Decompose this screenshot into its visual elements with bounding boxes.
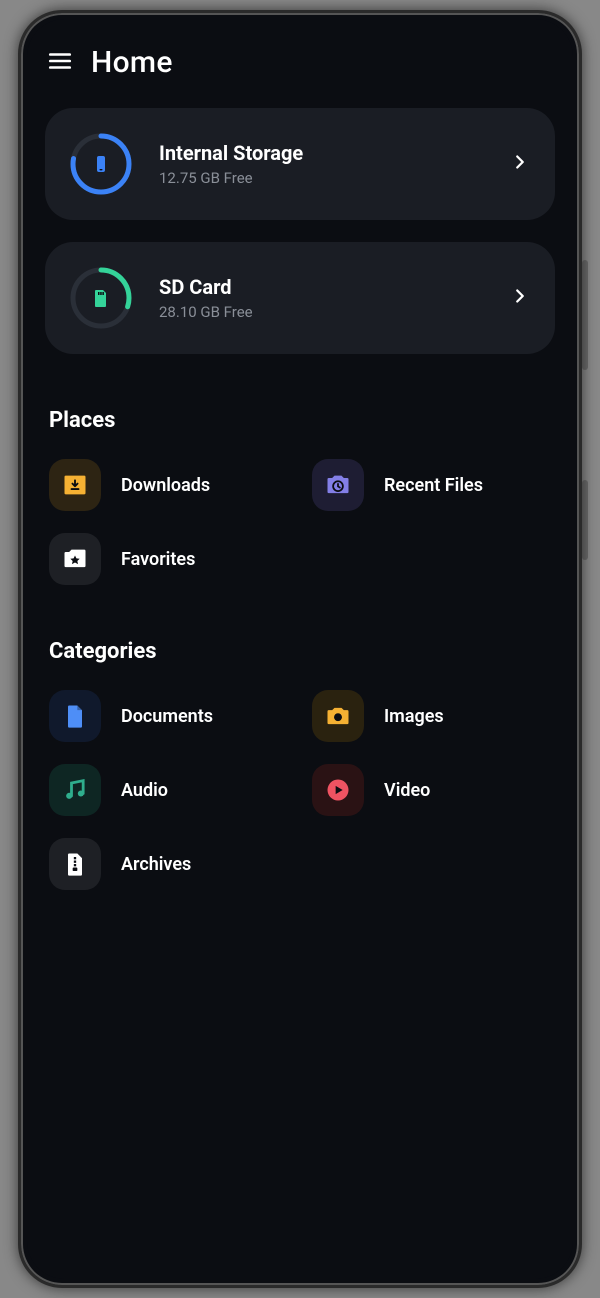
- storage-title: SD Card: [159, 275, 483, 299]
- phone-ring-icon: [69, 132, 133, 196]
- tile-label: Favorites: [121, 549, 195, 570]
- play-icon: [312, 764, 364, 816]
- tile-label: Archives: [121, 854, 191, 875]
- tile-label: Documents: [121, 706, 213, 727]
- place-favorites[interactable]: Favorites: [49, 533, 292, 585]
- star-icon: [49, 533, 101, 585]
- storage-card-internal-storage[interactable]: Internal Storage 12.75 GB Free: [45, 108, 555, 220]
- place-recent-files[interactable]: Recent Files: [312, 459, 555, 511]
- camera-icon: [312, 690, 364, 742]
- tile-label: Images: [384, 706, 444, 727]
- tile-label: Video: [384, 780, 430, 801]
- app-bar: Home: [45, 37, 555, 86]
- sdcard-ring-icon: [69, 266, 133, 330]
- clock-icon: [312, 459, 364, 511]
- device-side-button: [582, 480, 588, 560]
- download-icon: [49, 459, 101, 511]
- tile-label: Recent Files: [384, 475, 483, 496]
- tile-label: Audio: [121, 780, 168, 801]
- storage-subtitle: 28.10 GB Free: [159, 303, 483, 321]
- file-icon: [49, 690, 101, 742]
- page-title: Home: [91, 45, 173, 80]
- archive-icon: [49, 838, 101, 890]
- categorie-images[interactable]: Images: [312, 690, 555, 742]
- section-categories-title: Categories: [49, 639, 555, 664]
- storage-subtitle: 12.75 GB Free: [159, 169, 483, 187]
- categorie-documents[interactable]: Documents: [49, 690, 292, 742]
- storage-card-sd-card[interactable]: SD Card 28.10 GB Free: [45, 242, 555, 354]
- storage-title: Internal Storage: [159, 141, 483, 165]
- tile-label: Downloads: [121, 475, 210, 496]
- chevron-right-icon: [509, 151, 531, 177]
- menu-icon[interactable]: [47, 48, 73, 78]
- device-side-button: [582, 260, 588, 370]
- phone-frame: Home Internal Storage 12.75 GB Free SD C…: [18, 10, 582, 1288]
- place-downloads[interactable]: Downloads: [49, 459, 292, 511]
- chevron-right-icon: [509, 285, 531, 311]
- categorie-video[interactable]: Video: [312, 764, 555, 816]
- categorie-audio[interactable]: Audio: [49, 764, 292, 816]
- categorie-archives[interactable]: Archives: [49, 838, 292, 890]
- section-places-title: Places: [49, 408, 555, 433]
- app-screen: Home Internal Storage 12.75 GB Free SD C…: [27, 19, 573, 1279]
- music-icon: [49, 764, 101, 816]
